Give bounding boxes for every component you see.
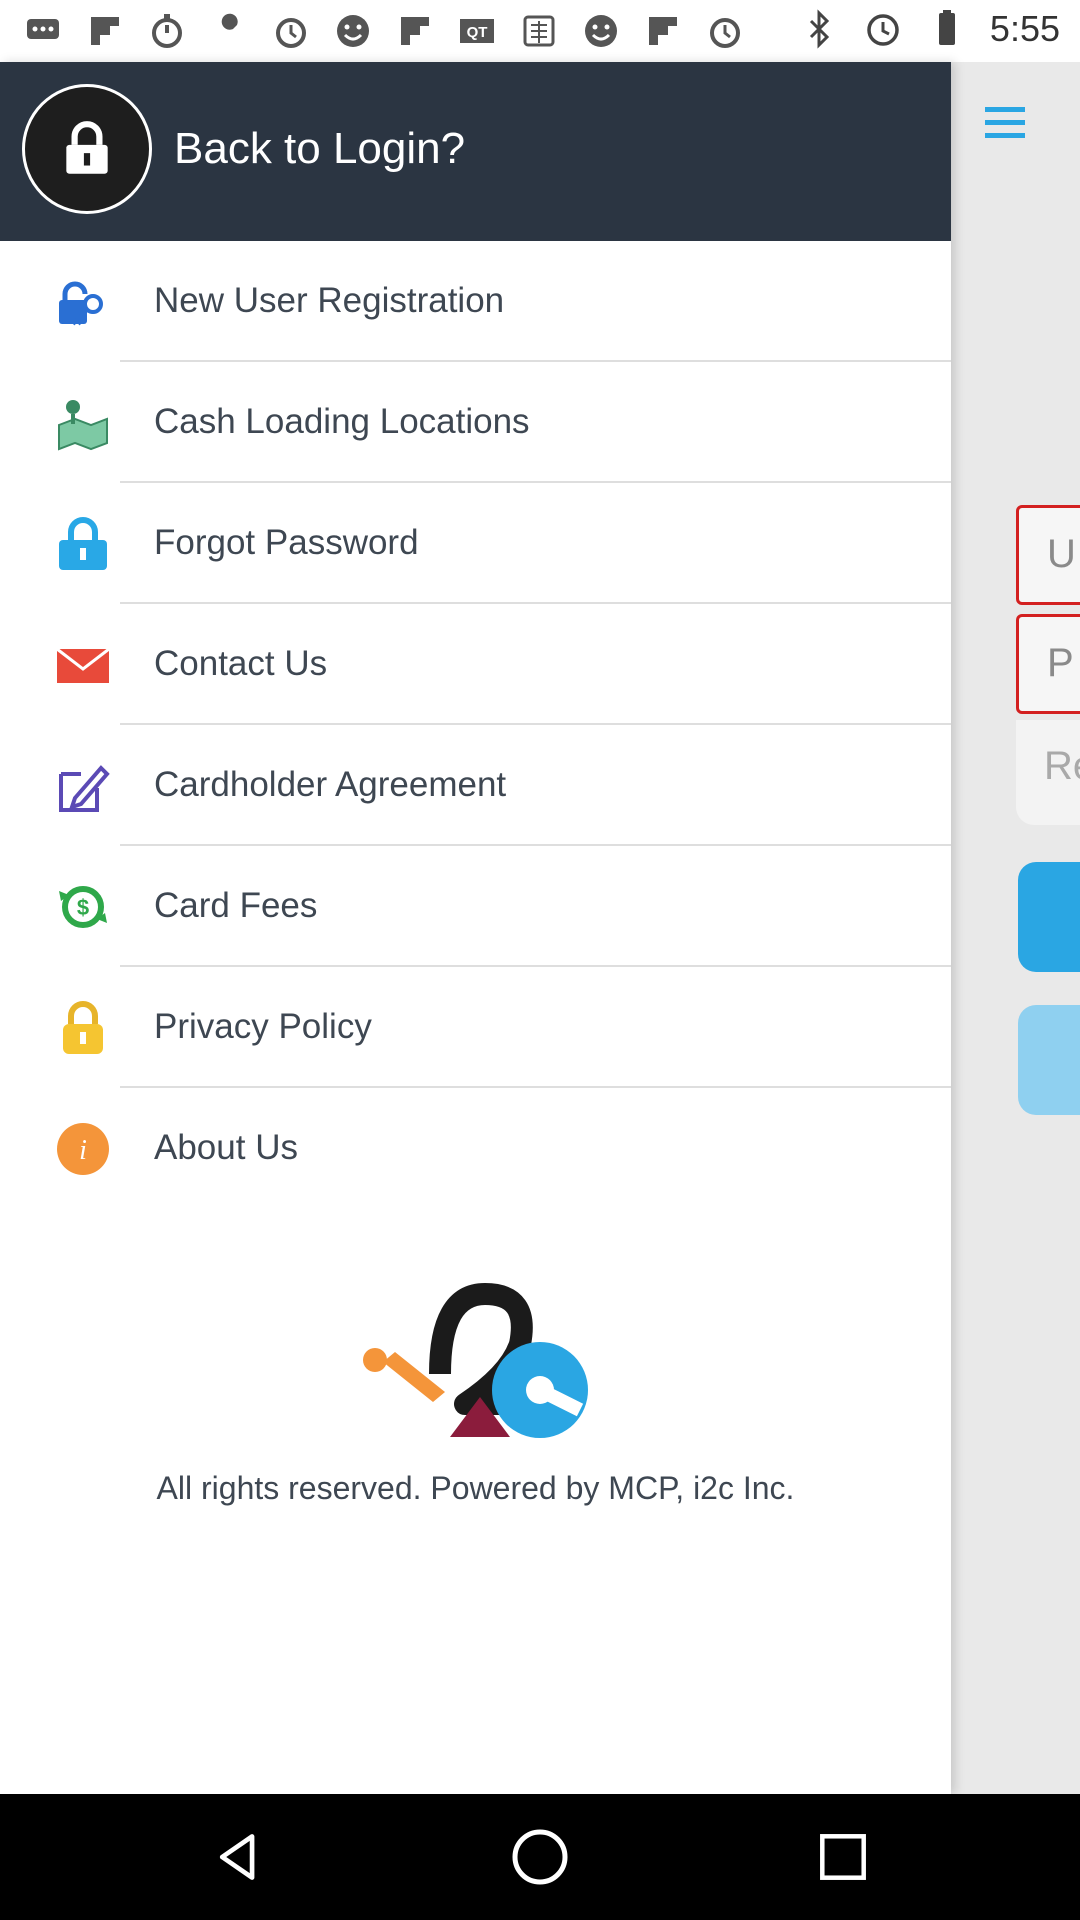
menu-item-about-us[interactable]: i About Us <box>0 1088 951 1209</box>
info-icon: i <box>55 1121 111 1177</box>
password-input[interactable]: P <box>1016 614 1080 714</box>
drawer-header[interactable]: Back to Login? <box>0 62 951 241</box>
menu-label: Cash Loading Locations <box>154 402 530 441</box>
menu-label: About Us <box>154 1128 298 1167</box>
bluetooth-icon <box>798 8 840 50</box>
menu-label: Cardholder Agreement <box>154 765 507 804</box>
battery-icon <box>926 8 968 50</box>
chinese-app-icon <box>518 10 560 52</box>
copyright-text: All rights reserved. Powered by MCP, i2c… <box>156 1470 795 1506</box>
svg-text:QT: QT <box>467 24 488 41</box>
menu-label: Privacy Policy <box>154 1007 372 1046</box>
username-input[interactable]: U <box>1016 505 1080 605</box>
smiley-icon <box>332 10 374 52</box>
menu-item-forgot-password[interactable]: Forgot Password <box>0 483 951 604</box>
menu-item-cardholder-agreement[interactable]: Cardholder Agreement <box>0 725 951 846</box>
menu-item-privacy-policy[interactable]: Privacy Policy <box>0 967 951 1088</box>
menu-label: Card Fees <box>154 886 318 925</box>
drawer-menu: New User Registration Cash Loading Locat… <box>0 241 951 1209</box>
system-icons: 5:55 <box>798 8 1060 50</box>
smiley-icon <box>580 10 622 52</box>
lock-icon <box>55 516 111 572</box>
remember-me-checkbox[interactable]: Re <box>1016 720 1080 825</box>
menu-icon[interactable] <box>985 107 1025 143</box>
home-icon[interactable] <box>505 1822 575 1892</box>
clock-time: 5:55 <box>989 8 1060 49</box>
envelope-icon <box>55 637 111 693</box>
menu-item-cash-loading-locations[interactable]: Cash Loading Locations <box>0 362 951 483</box>
menu-item-new-user-registration[interactable]: New User Registration <box>0 241 951 362</box>
flipboard-icon <box>84 10 126 52</box>
user-key-icon <box>55 274 111 330</box>
status-bar: QT 5:55 <box>0 0 1080 62</box>
alarm-clock-icon <box>862 8 904 50</box>
edit-document-icon <box>55 758 111 814</box>
messenger-icon <box>22 10 64 52</box>
secondary-button[interactable] <box>1018 1005 1080 1115</box>
alarm-icon <box>270 10 312 52</box>
recents-icon[interactable] <box>808 1822 878 1892</box>
i2c-logo <box>355 1282 595 1462</box>
back-icon[interactable] <box>204 1822 274 1892</box>
padlock-icon <box>55 1000 111 1056</box>
qt-icon: QT <box>456 10 498 52</box>
menu-label: Forgot Password <box>154 523 419 562</box>
timer-icon <box>146 10 188 52</box>
menu-item-contact-us[interactable]: Contact Us <box>0 604 951 725</box>
flipboard-icon <box>642 10 684 52</box>
menu-item-card-fees[interactable]: $ Card Fees <box>0 846 951 967</box>
system-nav-bar <box>0 1794 1080 1920</box>
menu-label: Contact Us <box>154 644 328 683</box>
back-to-login-title[interactable]: Back to Login? <box>174 124 465 174</box>
alarm-icon <box>704 10 746 52</box>
svg-text:$: $ <box>77 895 89 920</box>
password-placeholder: P <box>1047 641 1074 685</box>
menu-label: New User Registration <box>154 281 505 320</box>
notification-icons: QT <box>22 10 746 52</box>
svg-text:i: i <box>79 1135 87 1166</box>
map-pin-icon <box>55 395 111 451</box>
navigation-drawer: Back to Login? New User Registration Cas… <box>0 62 951 1794</box>
username-placeholder: U <box>1047 532 1076 576</box>
wrench-icon <box>208 10 250 52</box>
login-button[interactable] <box>1018 862 1080 972</box>
money-exchange-icon: $ <box>55 879 111 935</box>
lock-icon <box>22 84 152 214</box>
remember-label: Re <box>1044 744 1080 788</box>
flipboard-icon <box>394 10 436 52</box>
